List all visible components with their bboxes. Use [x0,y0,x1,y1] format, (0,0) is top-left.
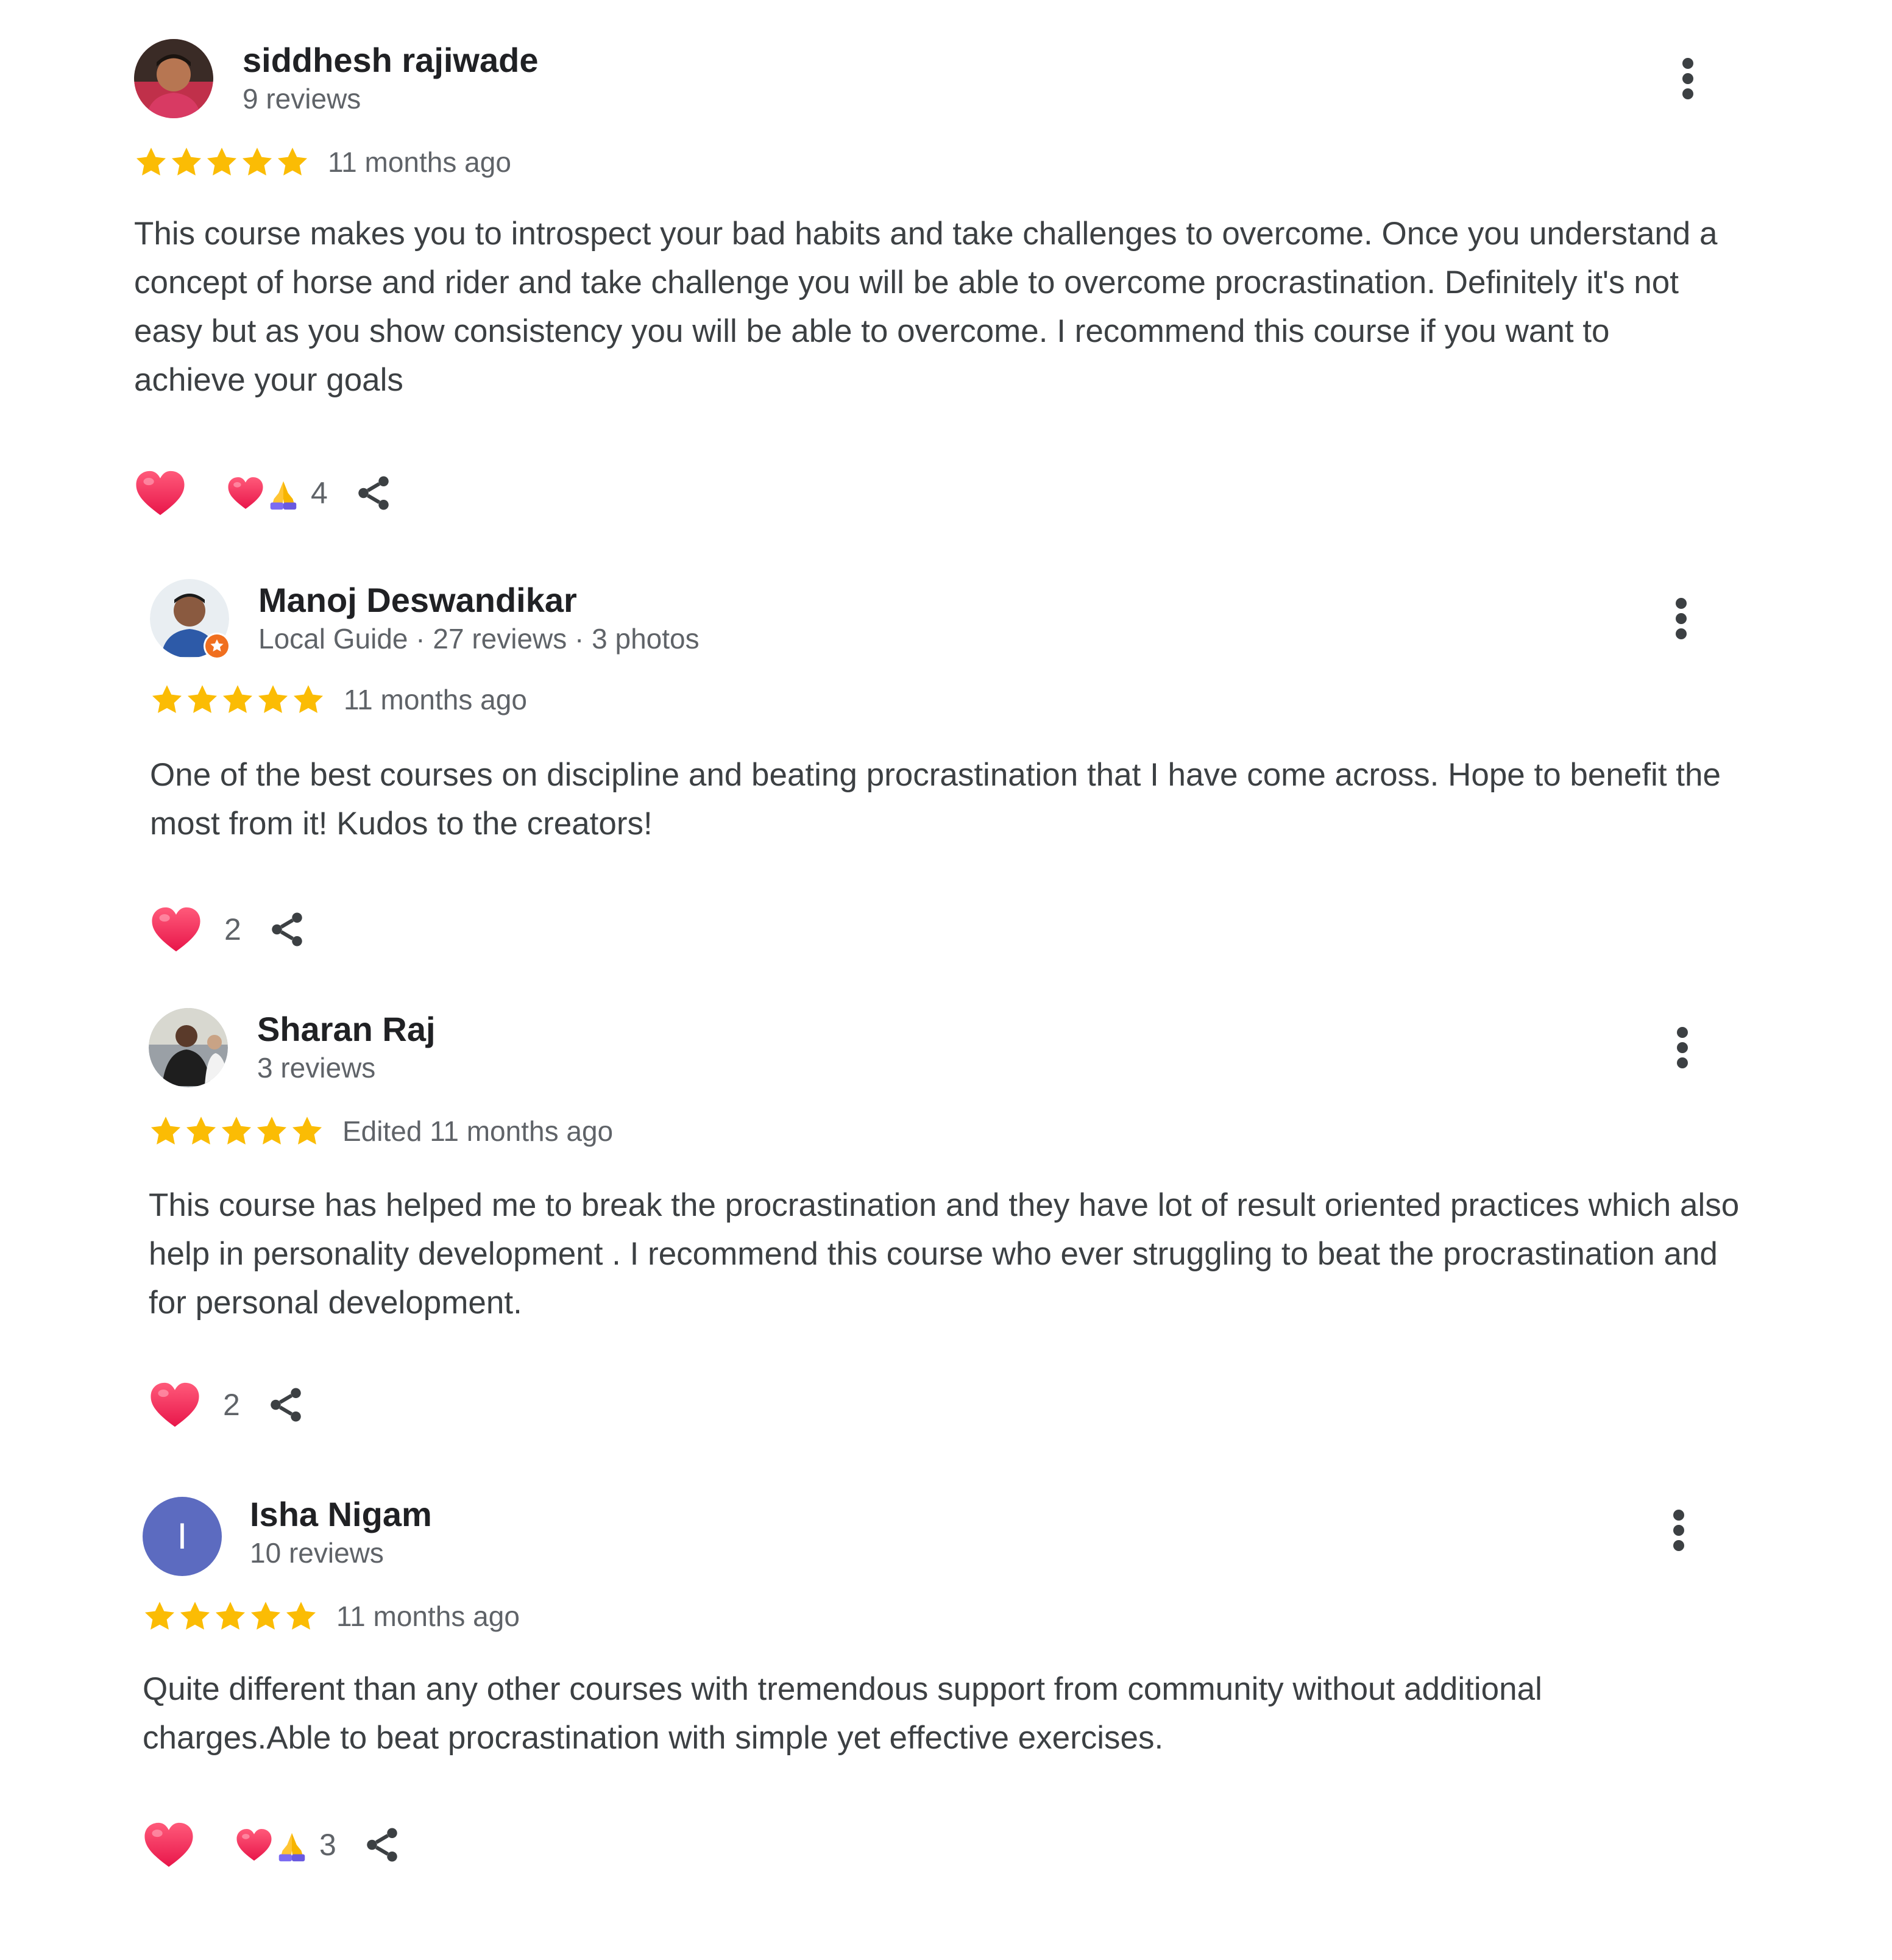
star-icon [221,683,255,717]
review-date: 11 months ago [328,146,511,178]
star-icon [275,145,310,179]
avatar[interactable] [149,1008,228,1087]
star-icon [255,1114,289,1148]
reaction-count[interactable]: 2 [224,912,241,947]
reviewer-meta[interactable]: 9 reviews [243,80,361,117]
share-icon[interactable] [353,471,394,515]
star-icon [213,1599,247,1633]
like-button[interactable] [134,469,186,517]
star-icon [134,145,168,179]
review-text: This course has helped me to break the p… [149,1187,1740,1321]
star-rating [149,1114,324,1148]
star-icon [291,683,325,717]
reactions-summary[interactable]: 3 [235,1827,336,1862]
avatar[interactable]: I [143,1497,222,1576]
review-date: Edited 11 months ago [342,1115,614,1147]
more-vert-icon[interactable] [1670,1509,1688,1552]
star-rating [143,1599,318,1633]
share-icon[interactable] [362,1823,402,1867]
review-card: siddhesh rajiwade 9 reviews 11 months ag… [134,39,1731,502]
review-date: 11 months ago [336,1600,520,1632]
review-actions: 4 [134,466,394,520]
folded-hands-icon [273,1827,311,1862]
reviewer-name[interactable]: Sharan Raj [257,1008,436,1051]
local-guide-badge-icon [204,633,230,659]
more-vert-icon[interactable] [1679,57,1697,100]
review-card: Manoj Deswandikar Local Guide · 27 revie… [150,579,1746,1042]
reviewer-name[interactable]: Manoj Deswandikar [258,579,577,622]
star-icon [290,1114,324,1148]
review-actions: 2 [149,1377,306,1432]
user-photo-icon [149,1008,228,1087]
reaction-count: 3 [319,1828,336,1862]
star-icon [143,1599,177,1633]
star-icon [150,683,184,717]
rating-row: 11 months ago [150,681,527,718]
star-icon [169,145,204,179]
reviewer-name[interactable]: siddhesh rajiwade [243,39,539,82]
review-text: One of the best courses on discipline an… [150,757,1721,842]
reviewer-meta[interactable]: 10 reviews [250,1535,384,1571]
star-icon [219,1114,253,1148]
user-photo-icon [134,39,213,118]
review-text: This course makes you to introspect your… [134,216,1718,398]
star-icon [178,1599,212,1633]
rating-row: 11 months ago [134,144,511,180]
reviewer-meta[interactable]: 3 reviews [257,1049,375,1086]
avatar[interactable] [134,39,213,118]
reaction-count[interactable]: 2 [223,1387,240,1422]
star-icon [184,1114,218,1148]
review-actions: 3 [143,1817,402,1872]
like-button[interactable] [150,905,202,954]
review-card: I Isha Nigam 10 reviews 11 months ago Qu… [143,1495,1739,1960]
star-rating [150,683,325,717]
avatar-letter: I [143,1497,222,1576]
like-button[interactable] [143,1820,195,1869]
share-icon[interactable] [266,1383,306,1427]
star-icon [240,145,274,179]
heart-icon [235,1827,273,1862]
heart-icon [227,475,264,511]
reviewer-meta[interactable]: Local Guide · 27 reviews · 3 photos [258,620,700,657]
star-icon [185,683,219,717]
folded-hands-icon [264,475,302,511]
avatar[interactable] [150,579,230,659]
rating-row: 11 months ago [143,1598,520,1635]
more-vert-icon[interactable] [1673,1026,1692,1069]
star-icon [205,145,239,179]
star-icon [249,1599,283,1633]
more-vert-icon[interactable] [1672,597,1690,640]
review-text: Quite different than any other courses w… [143,1671,1542,1756]
reviewer-name[interactable]: Isha Nigam [250,1493,432,1536]
reaction-count: 4 [311,476,328,510]
star-icon [284,1599,318,1633]
star-icon [149,1114,183,1148]
star-rating [134,145,310,179]
rating-row: Edited 11 months ago [149,1113,613,1149]
review-actions: 2 [150,902,307,957]
reactions-summary[interactable]: 4 [227,475,328,511]
share-icon[interactable] [267,907,307,951]
star-icon [256,683,290,717]
review-card: Sharan Raj 3 reviews Edited 11 months ag… [149,1008,1745,1471]
review-date: 11 months ago [344,684,527,715]
like-button[interactable] [149,1380,201,1429]
